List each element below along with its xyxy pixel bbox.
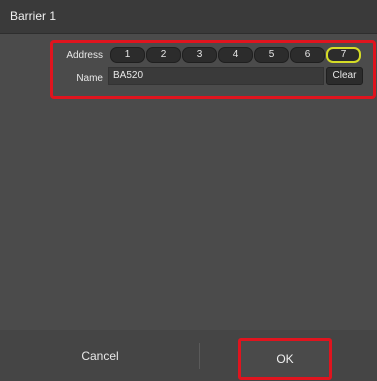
address-button-2[interactable]: 2 (146, 47, 181, 63)
footer-divider (199, 343, 200, 369)
dialog-title: Barrier 1 (10, 9, 57, 23)
address-button-7[interactable]: 7 (326, 47, 361, 63)
name-input[interactable]: BA520 (108, 67, 324, 85)
cancel-button[interactable]: Cancel (60, 344, 140, 368)
address-button-4[interactable]: 4 (218, 47, 253, 63)
ok-button[interactable]: OK (238, 338, 332, 380)
name-label: Name (76, 73, 103, 84)
address-label: Address (66, 50, 103, 61)
address-button-5[interactable]: 5 (254, 47, 289, 63)
title-bar: Barrier 1 (0, 0, 377, 34)
address-button-1[interactable]: 1 (110, 47, 145, 63)
address-button-6[interactable]: 6 (290, 47, 325, 63)
clear-button[interactable]: Clear (326, 67, 363, 85)
address-button-3[interactable]: 3 (182, 47, 217, 63)
barrier-dialog: Barrier 1 Address 1 2 3 4 5 6 7 Name BA5… (0, 0, 377, 381)
